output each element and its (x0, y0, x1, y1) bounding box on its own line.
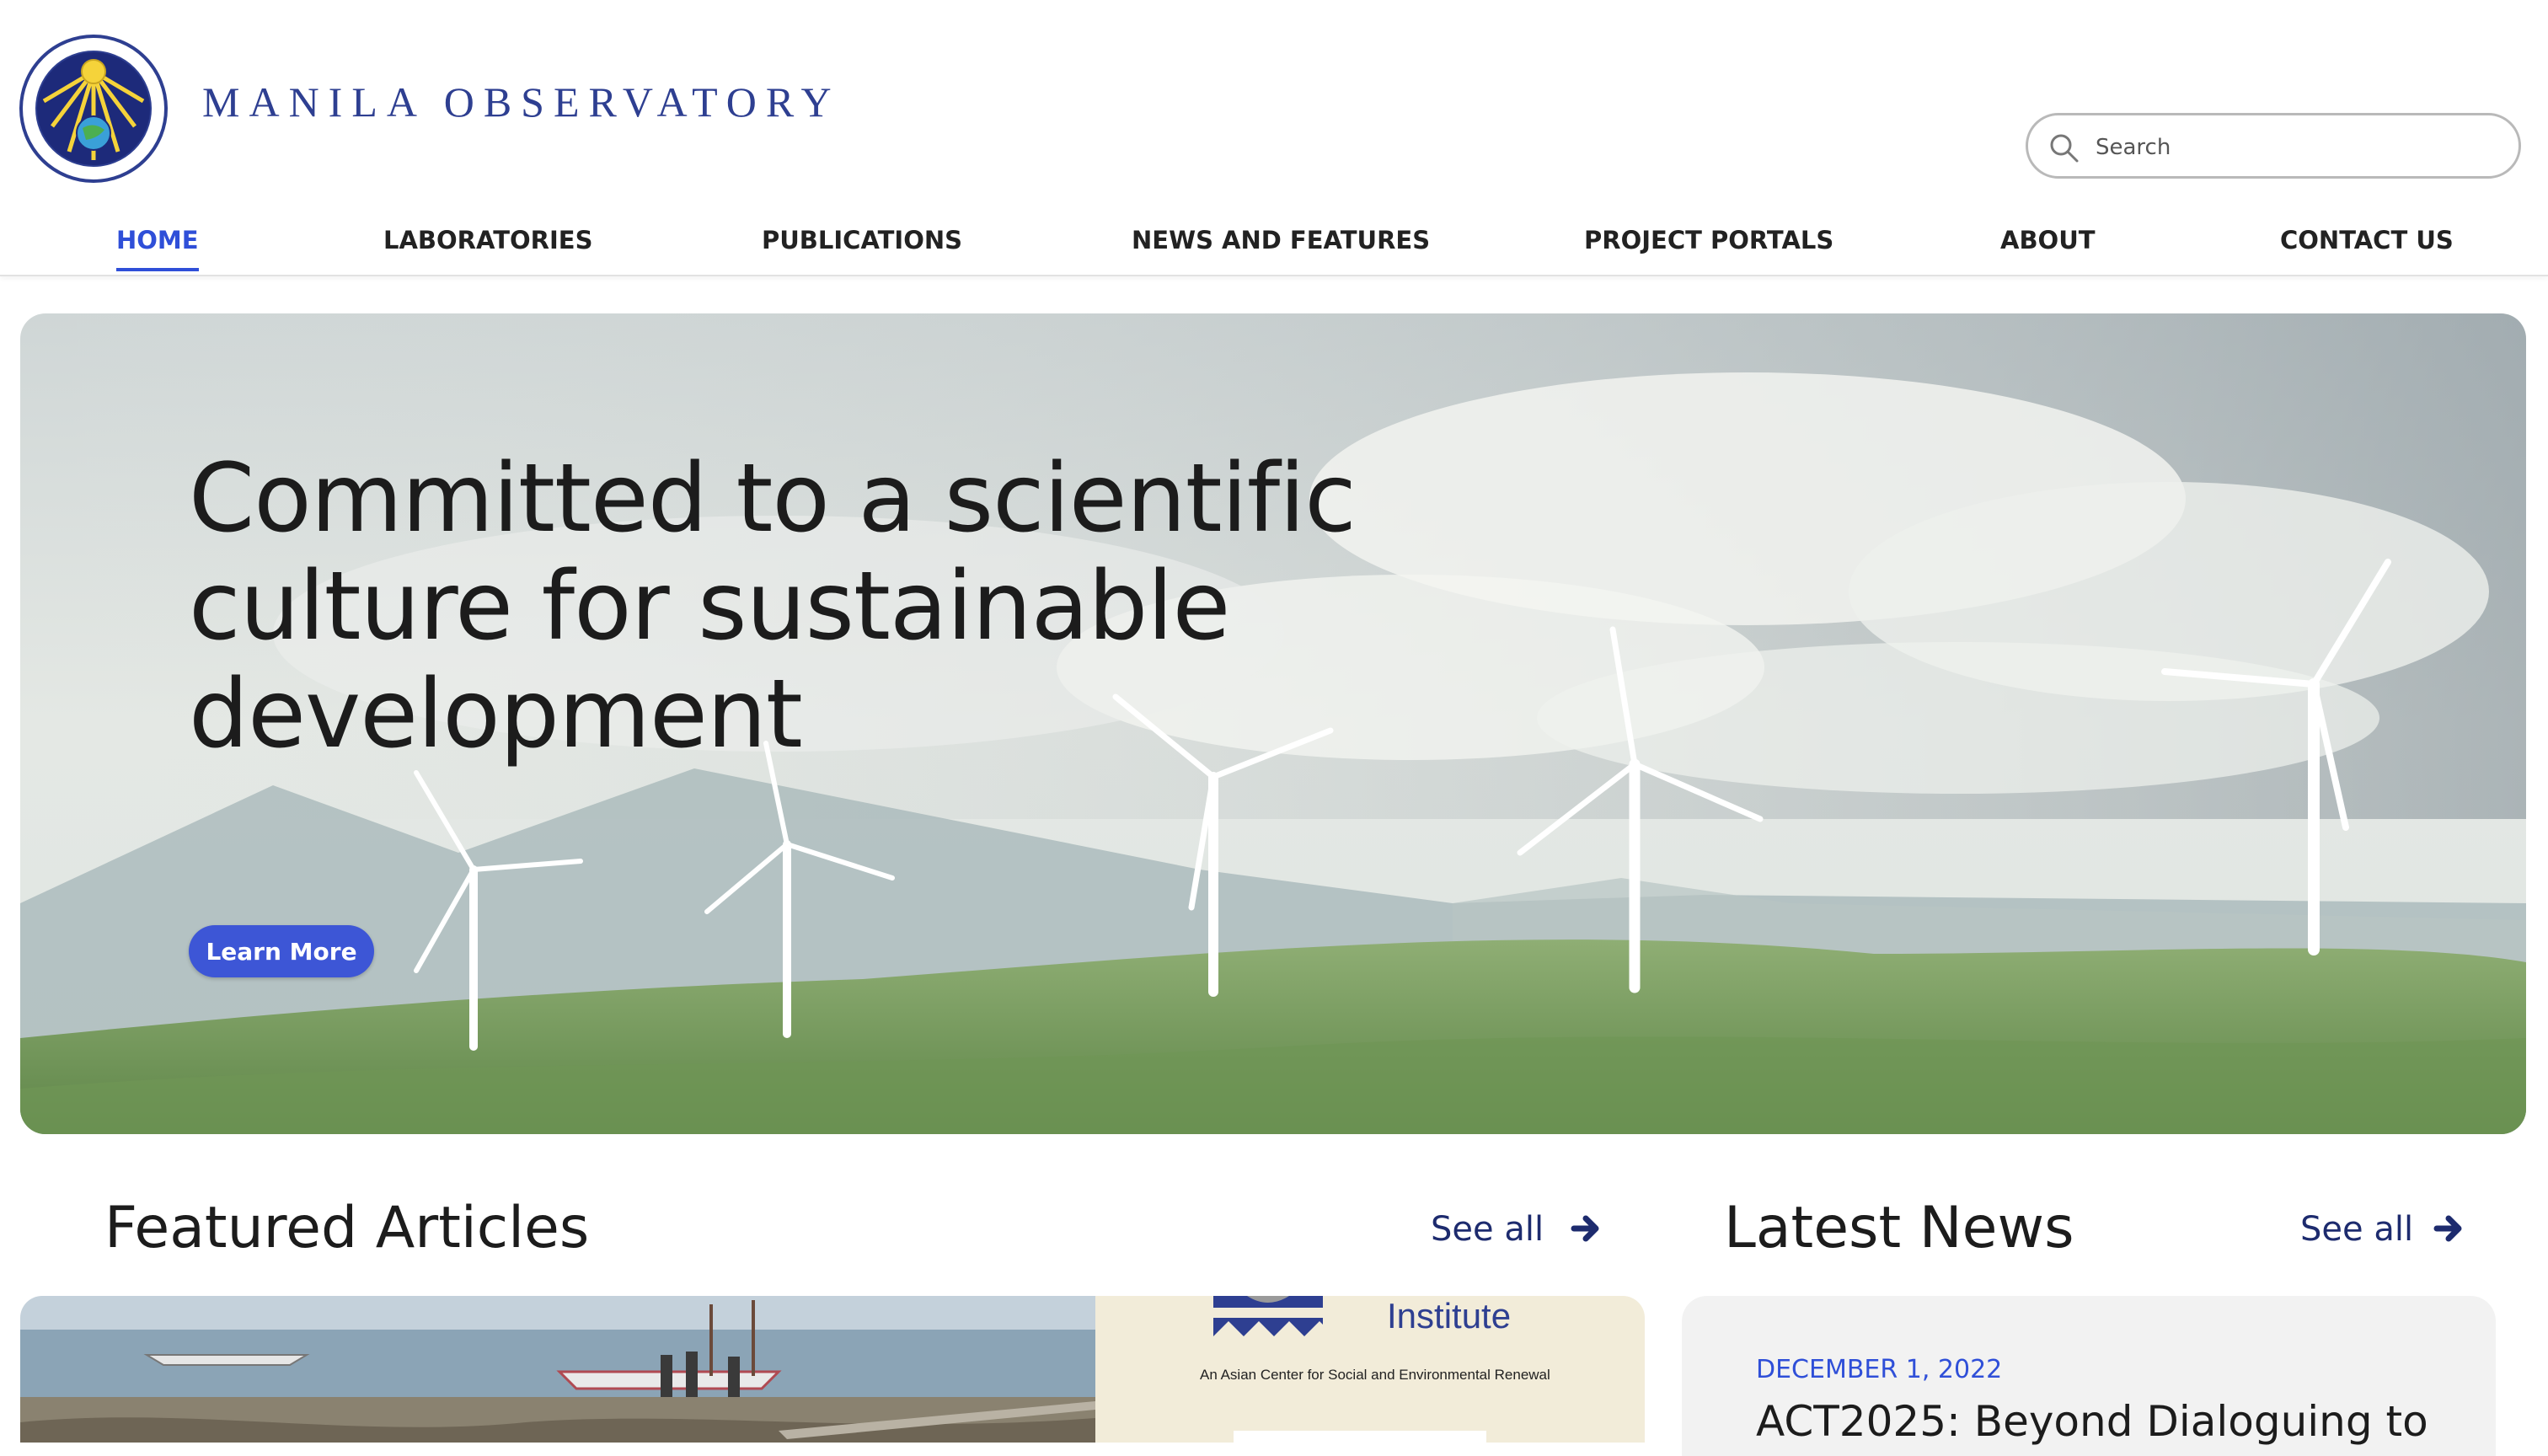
institute-logo (1213, 1296, 1323, 1336)
latest-news-title: Latest News (1724, 1195, 2074, 1261)
featured-article-card[interactable]: Institute An Asian Center for Social and… (20, 1296, 1645, 1443)
partner-institute-tagline: An Asian Center for Social and Environme… (1200, 1367, 1550, 1383)
arrow-right-icon (1571, 1215, 1599, 1242)
nav-laboratories[interactable]: LABORATORIES (383, 226, 592, 254)
see-all-label: See all (2300, 1210, 2414, 1249)
nav-publications[interactable]: PUBLICATIONS (762, 226, 962, 254)
search-input[interactable] (2094, 126, 2502, 169)
site-brand-name[interactable]: MANILA OBSERVATORY (202, 78, 841, 126)
nav-about[interactable]: ABOUT (2000, 226, 2096, 254)
featured-articles-title: Featured Articles (104, 1195, 590, 1261)
news-date: DECEMBER 1, 2022 (1756, 1355, 2003, 1384)
partner-institute-panel: Institute An Asian Center for Social and… (1095, 1296, 1645, 1443)
nav-home[interactable]: HOME (116, 226, 199, 271)
arrow-right-icon (2433, 1215, 2462, 1242)
featured-see-all-link[interactable]: See all (1431, 1210, 1603, 1249)
nav-news-and-features[interactable]: NEWS AND FEATURES (1132, 226, 1430, 254)
see-all-label: See all (1431, 1210, 1544, 1249)
news-headline[interactable]: ACT2025: Beyond Dialoguing to (1756, 1397, 2428, 1446)
observatory-seal-logo[interactable] (19, 34, 169, 184)
search-icon (2050, 134, 2079, 163)
nav-project-portals[interactable]: PROJECT PORTALS (1584, 226, 1833, 254)
coastal-boats-photo (20, 1296, 1095, 1443)
main-nav: HOME LABORATORIES PUBLICATIONS NEWS AND … (0, 221, 2548, 273)
search-box[interactable] (2026, 113, 2521, 179)
panel-divider (1234, 1431, 1486, 1443)
hero-banner: Committed to a scientific culture for su… (20, 313, 2526, 1134)
news-card[interactable]: DECEMBER 1, 2022 ACT2025: Beyond Dialogu… (1682, 1296, 2496, 1456)
hero-headline: Committed to a scientific culture for su… (189, 444, 1357, 769)
site-header: MANILA OBSERVATORY HOME LABORATORIES PUB… (0, 0, 2548, 276)
partner-institute-name: Institute (1387, 1296, 1512, 1336)
learn-more-button[interactable]: Learn More (189, 925, 374, 977)
nav-contact-us[interactable]: CONTACT US (2280, 226, 2454, 254)
news-see-all-link[interactable]: See all (2300, 1210, 2465, 1249)
